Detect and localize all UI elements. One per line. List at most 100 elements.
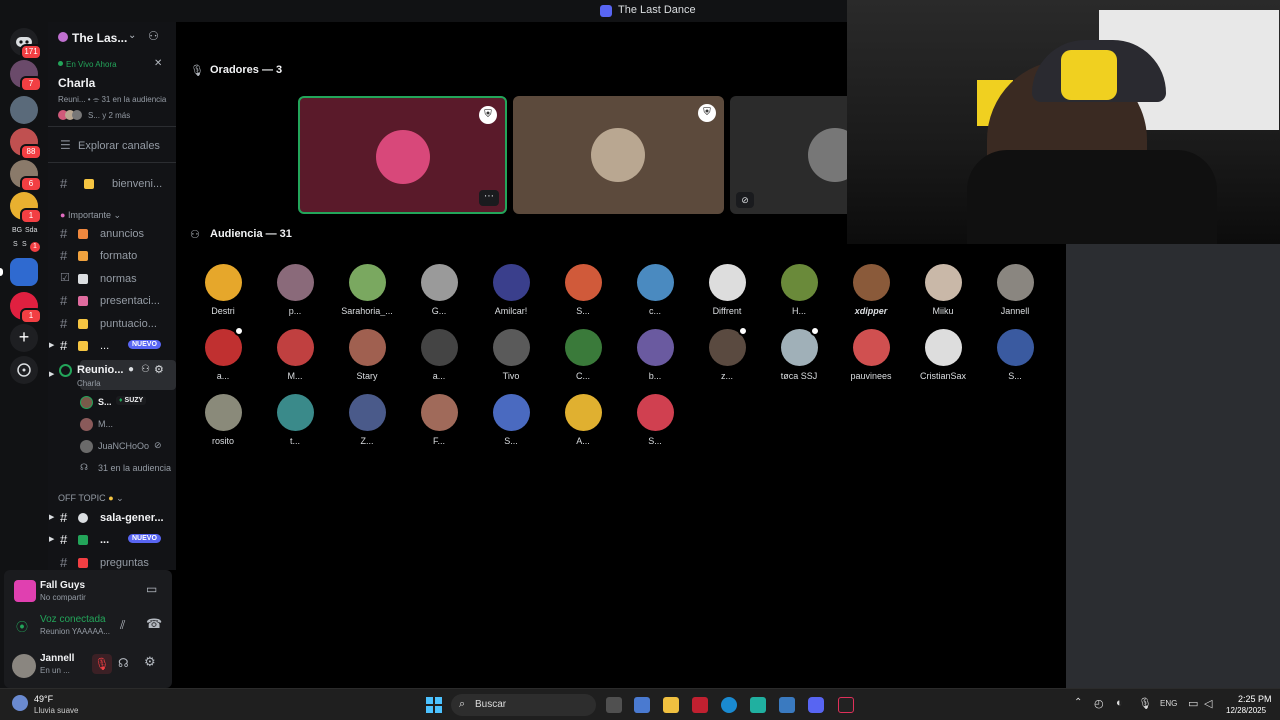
audience-member[interactable]: p... (259, 264, 331, 316)
server-icon[interactable]: 88 (10, 128, 42, 160)
audience-member[interactable]: b... (619, 329, 691, 381)
tray-icon[interactable]: ◐ (1116, 697, 1123, 709)
channel-formato[interactable]: # formato (48, 246, 176, 266)
gear-icon[interactable]: ⚙ (144, 654, 156, 670)
audience-member[interactable]: F... (403, 394, 475, 446)
mic-muted-icon[interactable]: 🎙 (92, 654, 112, 674)
close-icon[interactable]: ✕ (154, 58, 162, 69)
audience-member[interactable]: z... (691, 326, 763, 381)
channel-normas[interactable]: ☑ normas (48, 269, 176, 289)
audience-member[interactable]: t... (259, 394, 331, 446)
audience-member[interactable]: C... (547, 329, 619, 381)
server-icon[interactable]: 7 (10, 60, 42, 92)
audience-member[interactable]: Destri (187, 264, 259, 316)
speaker-tile[interactable]: ⛨ (513, 96, 724, 214)
chevron-down-icon[interactable]: ⌄ (128, 30, 136, 41)
server-icon[interactable] (10, 96, 38, 124)
add-member-icon[interactable]: ⚇ (141, 364, 150, 375)
search-box[interactable]: ⌕ Buscar (451, 694, 596, 716)
clock-date[interactable]: 12/28/2025 (1226, 706, 1266, 715)
audience-member[interactable]: rosito (187, 394, 259, 446)
discord-taskbar-icon[interactable] (808, 697, 824, 713)
audience-member[interactable]: c... (619, 264, 691, 316)
noise-suppression-icon[interactable]: ⫽ (120, 618, 125, 633)
category-importante[interactable]: ● Importante ⌄ (60, 210, 121, 221)
audience-member[interactable]: Tivo (475, 329, 547, 381)
server-icon-active[interactable] (10, 258, 38, 286)
windows-start-icon[interactable] (426, 697, 442, 713)
server-name[interactable]: The Las... (72, 31, 127, 45)
audience-member[interactable]: Diffrent (691, 264, 763, 316)
disconnect-icon[interactable]: ☎ (146, 616, 162, 632)
tiktok-icon[interactable] (838, 697, 854, 713)
audience-count-row[interactable]: ☊ 31 en la audiencia (48, 457, 176, 481)
channel-bienvenida[interactable]: # bienveni... (48, 174, 176, 194)
activity-row[interactable]: Fall Guys No compartir ▭ (4, 574, 172, 608)
task-view-icon[interactable] (606, 697, 622, 713)
user-row[interactable]: Jannell En un ... 🎙 ☊ ⚙ (4, 648, 172, 684)
server-icon[interactable]: 1 (10, 192, 42, 224)
speaker-tile[interactable]: ⊘ (730, 96, 860, 214)
copilot-icon[interactable] (634, 697, 650, 713)
chat-icon[interactable]: ● (128, 364, 134, 375)
audience-member[interactable]: S... (547, 264, 619, 316)
audience-member[interactable]: pauvinees (835, 329, 907, 381)
channel-preguntas[interactable]: # preguntas (48, 553, 176, 570)
audience-member[interactable]: a... (187, 326, 259, 381)
audience-member[interactable]: a... (403, 329, 475, 381)
mcafee-icon[interactable] (692, 697, 708, 713)
channel-sala-general[interactable]: ▶ # sala-gener... (48, 508, 176, 528)
channel-presentaciones[interactable]: # presentaci... (48, 291, 176, 311)
server-icon[interactable]: 6 (10, 160, 42, 192)
channel-puntuaciones[interactable]: # puntuacio... (48, 314, 176, 334)
category-off-topic[interactable]: OFF TOPIC ● ⌄ (58, 493, 124, 504)
volume-icon[interactable]: ◁ (1204, 697, 1212, 710)
gear-icon[interactable]: ⚙ (154, 363, 164, 376)
channel-new[interactable]: ▶ # ... NUEVO (48, 336, 176, 356)
audience-member[interactable]: A... (547, 394, 619, 446)
audience-member[interactable]: xdipper (835, 264, 907, 316)
tray-icon[interactable]: ◴ (1094, 697, 1104, 710)
edge-icon[interactable] (721, 697, 737, 713)
voice-member[interactable]: JuaNCHoOo ⊘ (48, 435, 176, 459)
clock-time[interactable]: 2:25 PM (1238, 694, 1272, 704)
audience-member[interactable]: Amilcar! (475, 264, 547, 316)
audience-member[interactable]: Z... (331, 394, 403, 446)
channel-anuncios[interactable]: # anuncios (48, 224, 176, 244)
weather-icon[interactable] (12, 695, 28, 711)
file-explorer-icon[interactable] (663, 697, 679, 713)
app-icon[interactable] (779, 697, 795, 713)
discord-home-icon[interactable]: 171 (10, 28, 42, 60)
headphones-icon[interactable]: ☊ (118, 656, 129, 670)
server-icon[interactable]: 1 (10, 292, 42, 324)
stage-title[interactable]: Charla (58, 76, 95, 90)
audience-member[interactable]: Miiku (907, 264, 979, 316)
chevron-up-icon[interactable]: ⌃ (1074, 697, 1082, 708)
explore-channels[interactable]: ☰ Explorar canales (48, 136, 176, 156)
voice-member[interactable]: M... (48, 413, 176, 437)
audience-member[interactable]: G... (403, 264, 475, 316)
voice-member[interactable]: S... ♦ SUZY (48, 391, 176, 415)
network-icon[interactable]: ▭ (1188, 697, 1198, 710)
add-server-icon[interactable]: + (10, 324, 38, 352)
audience-member[interactable]: H... (763, 264, 835, 316)
audience-member[interactable]: Sarahoria_... (331, 264, 403, 316)
audience-member[interactable]: Stary (331, 329, 403, 381)
audience-member[interactable]: CristianSax (907, 329, 979, 381)
mic-tray-icon[interactable]: 🎙 (1138, 697, 1152, 710)
channel-new-2[interactable]: ▶ # ... NUEVO (48, 530, 176, 550)
screen-share-icon[interactable]: ▭ (146, 582, 157, 596)
app-icon[interactable] (750, 697, 766, 713)
language-indicator[interactable]: ENG (1160, 699, 1177, 708)
audience-member[interactable]: S... (475, 394, 547, 446)
audience-member[interactable]: tøca SSJ (763, 326, 835, 381)
more-options-icon[interactable]: ⋯ (479, 190, 499, 206)
audience-member[interactable]: M... (259, 329, 331, 381)
audience-member[interactable]: Jannell (979, 264, 1051, 316)
voice-connected-row[interactable]: ⦿ Voz conectada Reunion YAAAAA... ⫽ ☎ (4, 610, 172, 644)
speaker-tile[interactable]: ⛨ ⋯ (298, 96, 507, 214)
explore-servers-icon[interactable] (10, 356, 38, 384)
audience-member[interactable]: S... (619, 394, 691, 446)
audience-member[interactable]: S... (979, 329, 1051, 381)
invite-people-icon[interactable]: ⚇ (148, 29, 159, 43)
